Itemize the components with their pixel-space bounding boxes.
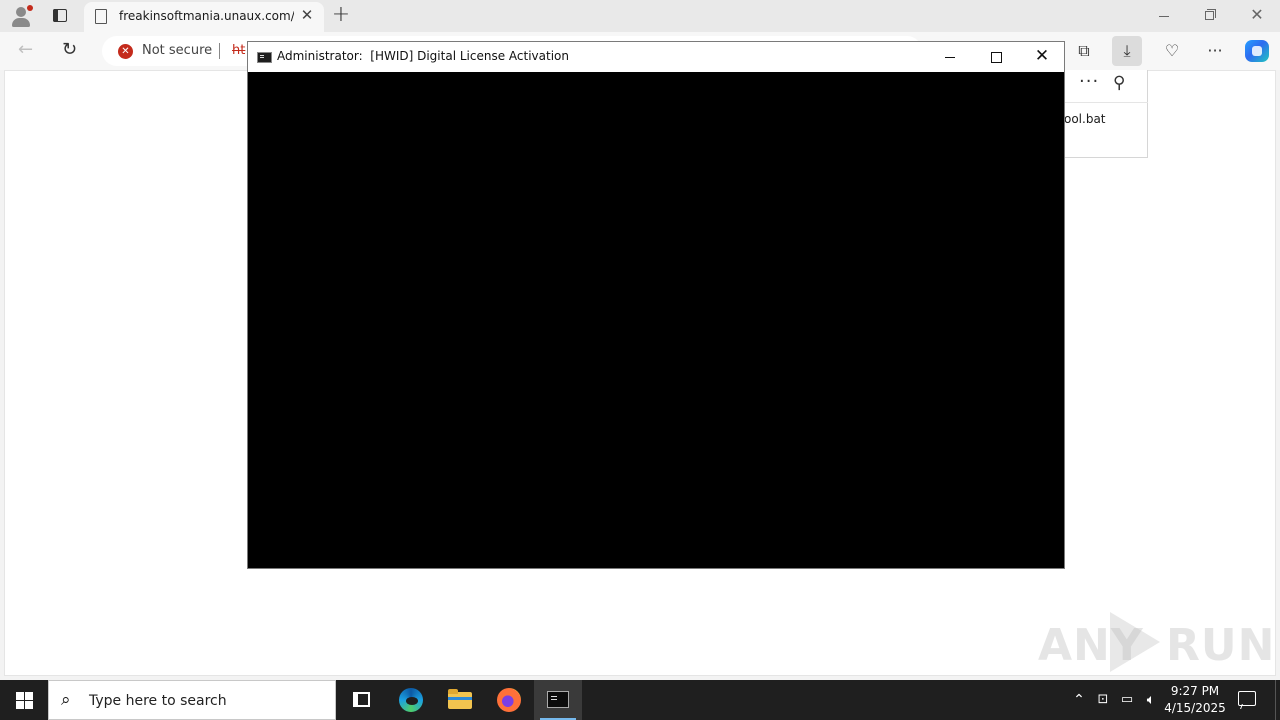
copilot-icon[interactable] [1245,40,1269,62]
edge-icon [399,688,423,712]
task-view-icon [353,692,370,707]
cmd-icon[interactable] [257,52,272,63]
not-secure-label[interactable]: Not secure [142,43,212,58]
more-icon[interactable]: ··· [1200,36,1230,66]
system-clock[interactable]: 9:27 PM 4/15/2025 [1160,683,1230,717]
file-explorer-icon [448,689,472,709]
taskbar: ⌕ Type here to search ⌃ ⊡ ▭ 🔈︎ 9:27 PM 4… [0,680,1280,720]
browser-tab[interactable]: freakinsoftmania.unaux.com/pro ✕ [84,2,324,32]
back-icon[interactable]: ← [18,41,33,59]
console-title: Administrator: [HWID] Digital License Ac… [277,49,569,63]
warning-icon: ✕ [118,44,133,59]
refresh-icon[interactable]: ↻ [62,40,77,60]
console-window: Administrator: [HWID] Digital License Ac… [247,41,1065,569]
console-close-button[interactable]: ✕ [1019,42,1065,72]
notifications-icon[interactable] [1238,691,1256,706]
address-divider [219,43,220,59]
cmd-taskbar-button[interactable] [534,680,582,720]
page-icon [95,9,107,24]
browser-close-button[interactable]: ✕ [1234,0,1280,32]
file-explorer-button[interactable] [436,680,484,720]
search-icon: ⌕ [61,690,71,710]
play-logo-icon [1110,612,1160,672]
tab-close-icon[interactable]: ✕ [299,7,315,23]
downloads-panel: ··· ⚲ ool.bat [1060,70,1148,158]
browser-essentials-icon[interactable]: ♡ [1157,36,1187,66]
download-icon[interactable]: ⤓ [1112,36,1142,66]
clock-date: 4/15/2025 [1164,701,1226,715]
windows-start-icon[interactable] [0,680,48,720]
console-minimize-button[interactable] [927,42,973,72]
profile-icon[interactable] [9,4,33,28]
tab-actions-icon[interactable] [50,6,70,26]
url-text[interactable]: ht [232,43,245,58]
meet-now-icon[interactable]: ⊡ [1092,680,1114,720]
downloads-more-icon[interactable]: ··· [1079,72,1099,92]
firefox-icon [497,688,521,712]
download-file-name[interactable]: ool.bat [1064,112,1106,126]
taskbar-search-box[interactable]: ⌕ Type here to search [48,680,336,720]
cmd-taskbar-icon [547,691,569,708]
anyrun-watermark: ANY RUN [1038,608,1274,672]
console-screen[interactable] [248,72,1064,568]
chevron-up-icon[interactable]: ⌃ [1068,680,1090,720]
new-tab-button[interactable]: + [330,4,352,26]
tab-title: freakinsoftmania.unaux.com/pro [119,9,294,23]
browser-minimize-button[interactable] [1141,0,1187,32]
downloads-divider [1061,102,1148,103]
browser-restore-button[interactable] [1187,0,1233,32]
search-placeholder: Type here to search [89,693,227,709]
collections-icon[interactable]: ⧉ [1069,36,1099,66]
console-maximize-button[interactable] [973,42,1019,72]
clock-time: 9:27 PM [1170,684,1220,698]
show-desktop-button[interactable] [1275,680,1276,720]
firefox-taskbar-button[interactable] [485,680,533,720]
browser-tab-strip: freakinsoftmania.unaux.com/pro ✕ + ✕ [0,0,1280,32]
pin-icon[interactable]: ⚲ [1113,73,1125,93]
network-icon[interactable]: ▭ [1115,680,1139,720]
task-view-button[interactable] [337,680,385,720]
edge-taskbar-button[interactable] [387,680,435,720]
console-title-bar[interactable]: Administrator: [HWID] Digital License Ac… [248,42,1064,72]
